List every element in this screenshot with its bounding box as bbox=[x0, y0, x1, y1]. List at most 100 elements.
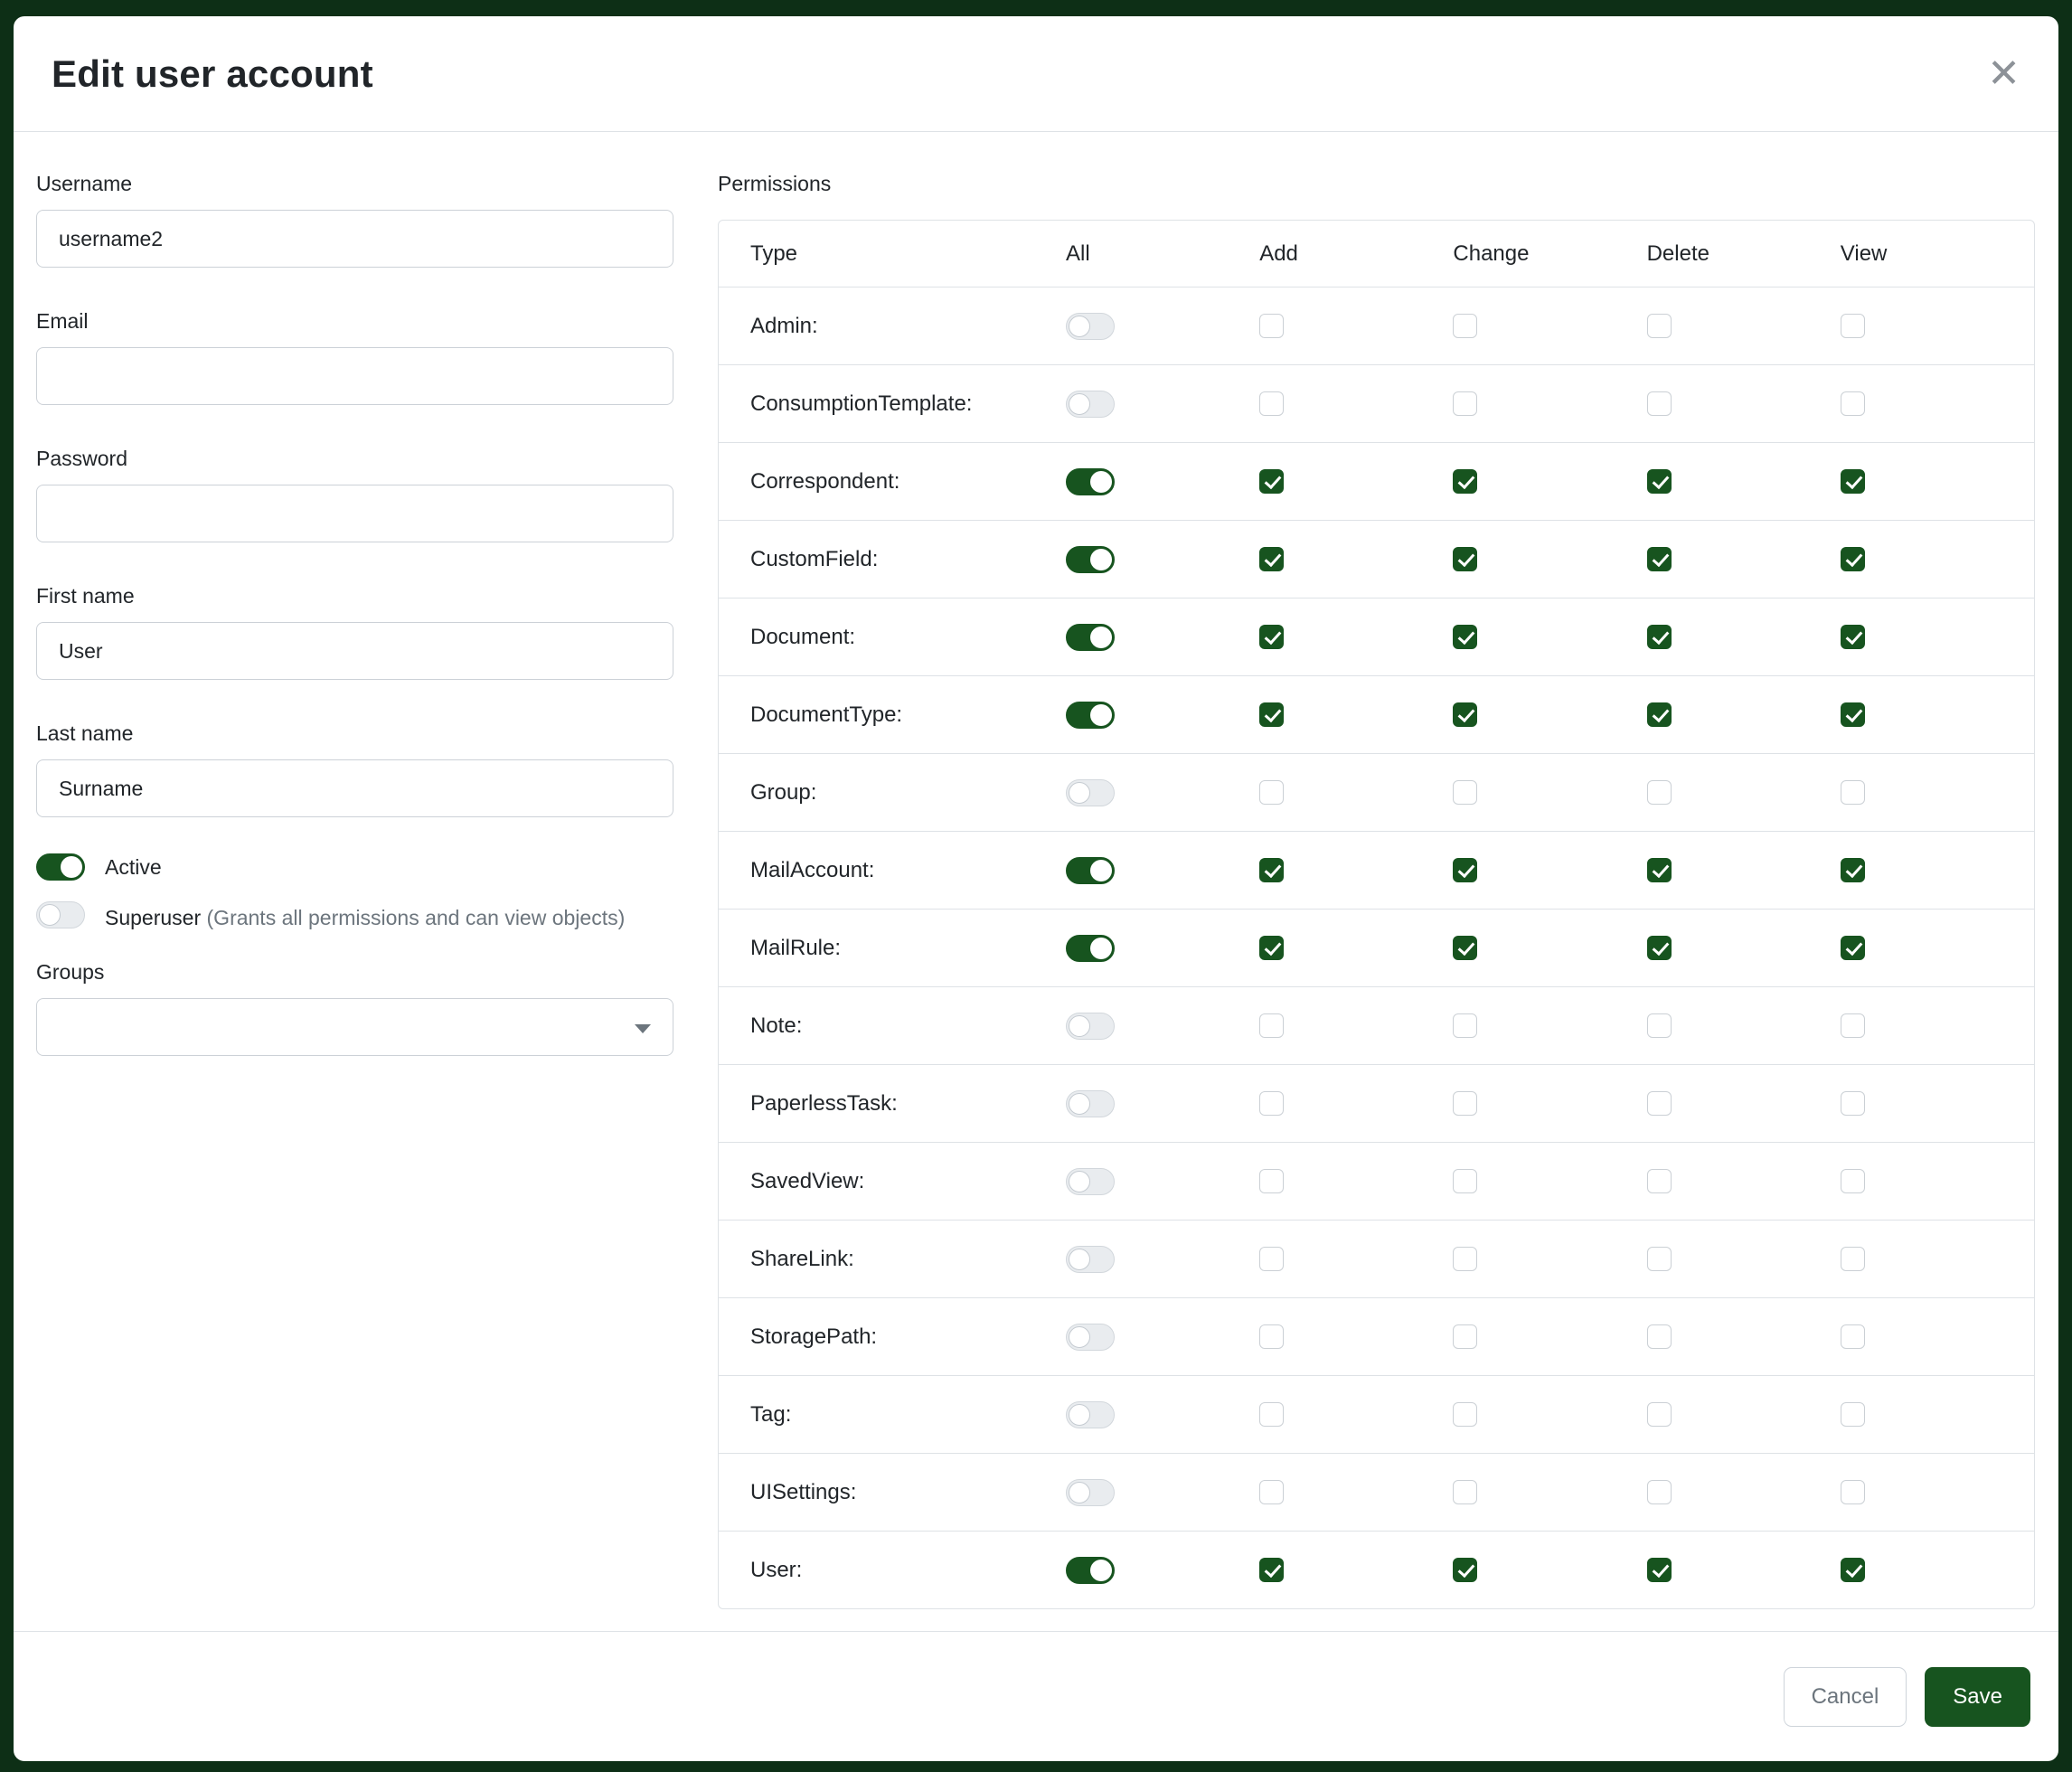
permission-delete-checkbox[interactable] bbox=[1647, 1247, 1672, 1271]
permission-delete-checkbox[interactable] bbox=[1647, 1480, 1672, 1504]
permission-all-toggle[interactable] bbox=[1066, 1246, 1115, 1273]
permission-change-checkbox[interactable] bbox=[1453, 1324, 1477, 1349]
permission-all-toggle[interactable] bbox=[1066, 857, 1115, 884]
permission-add-checkbox[interactable] bbox=[1259, 625, 1284, 649]
permission-view-checkbox[interactable] bbox=[1841, 1091, 1865, 1116]
permission-view-checkbox[interactable] bbox=[1841, 1558, 1865, 1582]
permission-delete-checkbox[interactable] bbox=[1647, 1091, 1672, 1116]
username-input[interactable] bbox=[36, 210, 673, 268]
permission-view-checkbox[interactable] bbox=[1841, 780, 1865, 805]
permission-view-checkbox[interactable] bbox=[1841, 1402, 1865, 1427]
permission-view-checkbox[interactable] bbox=[1841, 547, 1865, 571]
table-row: MailAccount: bbox=[719, 831, 2034, 909]
permission-change-checkbox[interactable] bbox=[1453, 1247, 1477, 1271]
permission-all-toggle[interactable] bbox=[1066, 1479, 1115, 1506]
permission-all-toggle[interactable] bbox=[1066, 1324, 1115, 1351]
permission-view-checkbox[interactable] bbox=[1841, 936, 1865, 960]
permission-delete-checkbox[interactable] bbox=[1647, 1169, 1672, 1193]
permission-change-checkbox[interactable] bbox=[1453, 780, 1477, 805]
permission-view-checkbox[interactable] bbox=[1841, 1324, 1865, 1349]
permission-add-checkbox[interactable] bbox=[1259, 1558, 1284, 1582]
permission-delete-checkbox[interactable] bbox=[1647, 391, 1672, 416]
permission-change-checkbox[interactable] bbox=[1453, 314, 1477, 338]
permission-type-label: StoragePath: bbox=[750, 1324, 877, 1350]
permission-delete-checkbox[interactable] bbox=[1647, 858, 1672, 882]
permission-all-toggle[interactable] bbox=[1066, 935, 1115, 962]
close-icon[interactable]: ✕ bbox=[1987, 54, 2020, 94]
permission-all-toggle[interactable] bbox=[1066, 391, 1115, 418]
permission-change-checkbox[interactable] bbox=[1453, 936, 1477, 960]
permission-add-checkbox[interactable] bbox=[1259, 1247, 1284, 1271]
permission-change-checkbox[interactable] bbox=[1453, 1558, 1477, 1582]
permission-add-checkbox[interactable] bbox=[1259, 391, 1284, 416]
permission-change-checkbox[interactable] bbox=[1453, 1013, 1477, 1038]
cancel-button[interactable]: Cancel bbox=[1784, 1667, 1907, 1727]
permission-change-checkbox[interactable] bbox=[1453, 469, 1477, 494]
permission-view-checkbox[interactable] bbox=[1841, 625, 1865, 649]
permission-view-checkbox[interactable] bbox=[1841, 858, 1865, 882]
permission-change-checkbox[interactable] bbox=[1453, 1480, 1477, 1504]
permission-change-checkbox[interactable] bbox=[1453, 1169, 1477, 1193]
permission-delete-checkbox[interactable] bbox=[1647, 625, 1672, 649]
permission-all-toggle[interactable] bbox=[1066, 702, 1115, 729]
permission-all-toggle[interactable] bbox=[1066, 313, 1115, 340]
permission-delete-checkbox[interactable] bbox=[1647, 1324, 1672, 1349]
permission-all-toggle[interactable] bbox=[1066, 1013, 1115, 1040]
permission-change-checkbox[interactable] bbox=[1453, 547, 1477, 571]
permission-add-checkbox[interactable] bbox=[1259, 1480, 1284, 1504]
permission-change-checkbox[interactable] bbox=[1453, 1402, 1477, 1427]
permission-add-checkbox[interactable] bbox=[1259, 1324, 1284, 1349]
permission-all-toggle[interactable] bbox=[1066, 1168, 1115, 1195]
permission-delete-checkbox[interactable] bbox=[1647, 780, 1672, 805]
permission-add-checkbox[interactable] bbox=[1259, 936, 1284, 960]
permission-add-checkbox[interactable] bbox=[1259, 702, 1284, 727]
permission-all-toggle[interactable] bbox=[1066, 468, 1115, 495]
permission-change-checkbox[interactable] bbox=[1453, 625, 1477, 649]
permission-all-toggle[interactable] bbox=[1066, 779, 1115, 806]
permission-view-checkbox[interactable] bbox=[1841, 391, 1865, 416]
permission-change-checkbox[interactable] bbox=[1453, 702, 1477, 727]
permission-delete-checkbox[interactable] bbox=[1647, 1013, 1672, 1038]
permission-add-checkbox[interactable] bbox=[1259, 469, 1284, 494]
active-toggle[interactable] bbox=[36, 853, 85, 881]
last-name-field[interactable] bbox=[36, 759, 673, 817]
permission-change-checkbox[interactable] bbox=[1453, 1091, 1477, 1116]
permission-delete-checkbox[interactable] bbox=[1647, 314, 1672, 338]
permission-view-checkbox[interactable] bbox=[1841, 1480, 1865, 1504]
permission-change-checkbox[interactable] bbox=[1453, 858, 1477, 882]
permission-view-checkbox[interactable] bbox=[1841, 1247, 1865, 1271]
edit-user-modal: Edit user account ✕ Username Email Passw… bbox=[14, 16, 2058, 1761]
save-button[interactable]: Save bbox=[1925, 1667, 2030, 1727]
permission-all-toggle[interactable] bbox=[1066, 546, 1115, 573]
email-field[interactable] bbox=[36, 347, 673, 405]
groups-select[interactable] bbox=[36, 998, 673, 1056]
permission-add-checkbox[interactable] bbox=[1259, 547, 1284, 571]
permission-delete-checkbox[interactable] bbox=[1647, 469, 1672, 494]
permission-all-toggle[interactable] bbox=[1066, 1557, 1115, 1584]
permission-delete-checkbox[interactable] bbox=[1647, 702, 1672, 727]
permission-view-checkbox[interactable] bbox=[1841, 469, 1865, 494]
permission-view-checkbox[interactable] bbox=[1841, 314, 1865, 338]
permission-delete-checkbox[interactable] bbox=[1647, 1558, 1672, 1582]
permission-all-toggle[interactable] bbox=[1066, 1090, 1115, 1117]
password-field[interactable] bbox=[36, 485, 673, 542]
permission-add-checkbox[interactable] bbox=[1259, 1169, 1284, 1193]
permission-view-checkbox[interactable] bbox=[1841, 1013, 1865, 1038]
permission-add-checkbox[interactable] bbox=[1259, 1013, 1284, 1038]
permission-all-toggle[interactable] bbox=[1066, 1401, 1115, 1428]
permission-change-checkbox[interactable] bbox=[1453, 391, 1477, 416]
username-group: Username bbox=[36, 168, 673, 268]
permission-delete-checkbox[interactable] bbox=[1647, 1402, 1672, 1427]
superuser-toggle[interactable] bbox=[36, 901, 85, 928]
permission-delete-checkbox[interactable] bbox=[1647, 936, 1672, 960]
permission-all-toggle[interactable] bbox=[1066, 624, 1115, 651]
permission-add-checkbox[interactable] bbox=[1259, 314, 1284, 338]
permission-add-checkbox[interactable] bbox=[1259, 780, 1284, 805]
permission-add-checkbox[interactable] bbox=[1259, 858, 1284, 882]
permission-view-checkbox[interactable] bbox=[1841, 1169, 1865, 1193]
permission-delete-checkbox[interactable] bbox=[1647, 547, 1672, 571]
permission-add-checkbox[interactable] bbox=[1259, 1402, 1284, 1427]
permission-view-checkbox[interactable] bbox=[1841, 702, 1865, 727]
first-name-field[interactable] bbox=[36, 622, 673, 680]
permission-add-checkbox[interactable] bbox=[1259, 1091, 1284, 1116]
